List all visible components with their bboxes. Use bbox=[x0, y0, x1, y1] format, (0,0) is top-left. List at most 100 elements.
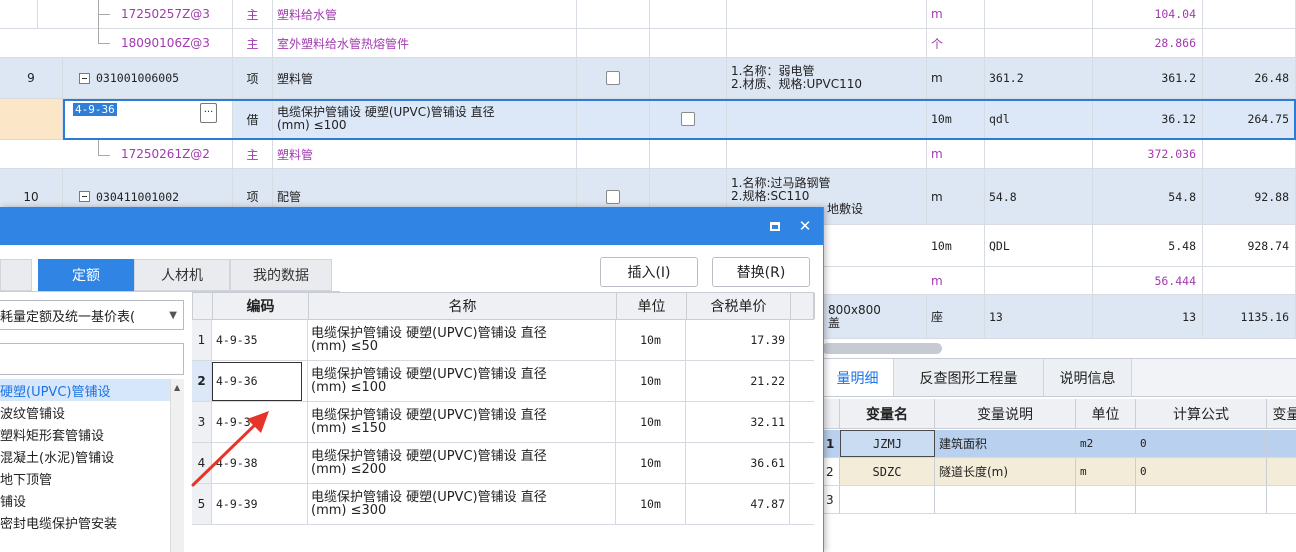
row-index: 2 bbox=[822, 458, 840, 485]
row-unit: m bbox=[927, 0, 985, 28]
quota-code[interactable]: 4-9-36 bbox=[212, 361, 308, 401]
dialog-titlebar[interactable]: ✕ bbox=[0, 207, 823, 245]
table-row[interactable]: 17250257Z@3 主 塑料给水管 m 104.04 bbox=[0, 0, 1296, 29]
col-header[interactable]: 单位 bbox=[617, 293, 687, 319]
var-name[interactable]: JZMJ bbox=[840, 430, 935, 457]
close-icon[interactable]: ✕ bbox=[794, 215, 816, 237]
row-qty: 28.866 bbox=[1093, 29, 1203, 57]
quota-unit: 10m bbox=[616, 443, 686, 483]
name-line: (mm) ≤200 bbox=[311, 462, 387, 477]
col-header[interactable]: 变量 bbox=[1267, 399, 1296, 428]
replace-button[interactable]: 替换(R) bbox=[712, 257, 810, 287]
row-feature bbox=[727, 99, 927, 139]
vertical-scrollbar[interactable]: ▲ bbox=[170, 379, 184, 552]
row-flag bbox=[577, 99, 650, 139]
row-spare bbox=[650, 0, 727, 28]
horizontal-scrollbar[interactable] bbox=[822, 343, 942, 354]
table-row[interactable]: 17250261Z@2 主 塑料管 m 372.036 bbox=[0, 140, 1296, 169]
maximize-icon[interactable] bbox=[764, 215, 786, 237]
var-desc: 隧道长度(m) bbox=[935, 458, 1076, 485]
tab-my-data[interactable]: 我的数据 bbox=[230, 259, 332, 291]
collapse-icon[interactable] bbox=[79, 191, 90, 202]
row-code: 17250257Z@3 bbox=[63, 0, 233, 28]
table-row-selected[interactable]: 借 电缆保护管铺设 硬塑(UPVC)管铺设 直径 (mm) ≤100 10m q… bbox=[0, 99, 1296, 140]
row-flag[interactable] bbox=[577, 58, 650, 98]
var-value bbox=[1267, 430, 1296, 457]
chevron-down-icon[interactable]: ▼ bbox=[169, 310, 177, 321]
var-formula[interactable] bbox=[1136, 486, 1267, 513]
row-checkbox[interactable] bbox=[606, 189, 620, 204]
row-qty: 5.48 bbox=[1093, 225, 1203, 266]
tree-connector bbox=[98, 140, 99, 155]
table-row[interactable]: 2 SDZC 隧道长度(m) m 0 bbox=[822, 458, 1296, 486]
table-row[interactable]: 5 4-9-39 电缆保护管铺设 硬塑(UPVC)管铺设 直径 (mm) ≤30… bbox=[192, 484, 814, 525]
row-spare[interactable] bbox=[650, 99, 727, 139]
tab-labor-material[interactable]: 人材机 bbox=[134, 259, 230, 291]
var-formula[interactable]: 0 bbox=[1136, 430, 1267, 457]
row-name: 塑料给水管 bbox=[273, 0, 577, 28]
row-unit: m bbox=[927, 267, 985, 294]
row-qty: 54.8 bbox=[1093, 169, 1203, 224]
col-header[interactable]: 含税单价 bbox=[687, 293, 791, 319]
col-header[interactable]: 变量说明 bbox=[935, 399, 1076, 428]
table-row[interactable]: 1 4-9-35 电缆保护管铺设 硬塑(UPVC)管铺设 直径 (mm) ≤50… bbox=[192, 320, 814, 361]
tree-item[interactable]: 地下顶管 bbox=[0, 467, 170, 489]
row-checkbox[interactable] bbox=[681, 112, 695, 126]
ellipsis-button[interactable]: ··· bbox=[200, 103, 217, 123]
quota-unit: 10m bbox=[616, 361, 686, 401]
tab-reverse-check[interactable]: 反查图形工程量 bbox=[894, 359, 1044, 396]
col-header[interactable]: 变量名 bbox=[840, 399, 935, 428]
table-row[interactable]: 3 bbox=[822, 486, 1296, 514]
row-index: 1 bbox=[192, 320, 212, 360]
table-row[interactable]: 4 4-9-38 电缆保护管铺设 硬塑(UPVC)管铺设 直径 (mm) ≤20… bbox=[192, 443, 814, 484]
table-row-selected[interactable]: 2 4-9-36 电缆保护管铺设 硬塑(UPVC)管铺设 直径 (mm) ≤10… bbox=[192, 361, 814, 402]
table-row[interactable]: 3 4-9-37 电缆保护管铺设 硬塑(UPVC)管铺设 直径 (mm) ≤15… bbox=[192, 402, 814, 443]
col-header[interactable]: 名称 bbox=[309, 293, 617, 319]
row-qty-expr: 54.8 bbox=[985, 169, 1093, 224]
row-flag bbox=[577, 29, 650, 57]
tree-item[interactable]: 混凝土(水泥)管铺设 bbox=[0, 445, 170, 467]
row-qty: 104.04 bbox=[1093, 0, 1203, 28]
var-name[interactable]: SDZC bbox=[840, 458, 935, 485]
tree-item[interactable]: 硬塑(UPVC)管铺设 bbox=[0, 379, 170, 401]
var-unit: m bbox=[1076, 458, 1136, 485]
table-row[interactable]: 18090106Z@3 主 室外塑料给水管热熔管件 个 28.866 bbox=[0, 29, 1296, 58]
quota-table-header: 编码 名称 单位 含税单价 bbox=[192, 292, 815, 320]
tree-item[interactable]: 塑料矩形套管铺设 bbox=[0, 423, 170, 445]
tab-quantity-detail[interactable]: 量明细 bbox=[822, 359, 894, 396]
collapse-icon[interactable] bbox=[79, 72, 90, 84]
search-input[interactable] bbox=[0, 343, 184, 375]
tree-item[interactable]: 密封电缆保护管安装 bbox=[0, 511, 170, 533]
quota-code[interactable]: 4-9-35 bbox=[212, 320, 308, 360]
table-row[interactable]: 1 JZMJ 建筑面积 m2 0 bbox=[822, 430, 1296, 458]
table-row[interactable]: 9 031001006005 项 塑料管 1.名称：弱电管 2.材质、规格:UP… bbox=[0, 58, 1296, 99]
feature-line: 2.材质、规格:UPVC110 bbox=[731, 77, 863, 91]
tab-quota[interactable]: 定额 bbox=[38, 259, 134, 291]
col-header[interactable]: 编码 bbox=[213, 293, 309, 319]
quota-price: 47.87 bbox=[686, 484, 790, 524]
code-editor[interactable]: 4-9-36 bbox=[73, 103, 117, 116]
row-index: 2 bbox=[192, 361, 212, 401]
var-name[interactable] bbox=[840, 486, 935, 513]
library-select[interactable]: 耗量定额及统一基价表( ▼ bbox=[0, 300, 184, 330]
detail-panel: 量明细 反查图形工程量 说明信息 变量名 变量说明 单位 计算公式 变量 1 J… bbox=[822, 358, 1296, 552]
col-header[interactable]: 单位 bbox=[1076, 399, 1136, 428]
var-value bbox=[1267, 458, 1296, 485]
scroll-up-icon[interactable]: ▲ bbox=[174, 383, 180, 392]
row-qty-expr: 361.2 bbox=[985, 58, 1093, 98]
tab-hidden[interactable] bbox=[0, 259, 32, 291]
row-price bbox=[1203, 140, 1296, 168]
row-checkbox[interactable] bbox=[606, 71, 620, 85]
tree-item[interactable]: 铺设 bbox=[0, 489, 170, 511]
row-qty-expr: QDL bbox=[985, 225, 1093, 266]
var-unit: m2 bbox=[1076, 430, 1136, 457]
var-formula[interactable]: 0 bbox=[1136, 458, 1267, 485]
name-line: (mm) ≤50 bbox=[311, 339, 379, 354]
col-header[interactable]: 计算公式 bbox=[1136, 399, 1267, 428]
row-spare bbox=[650, 140, 727, 168]
row-seq: 9 bbox=[0, 58, 63, 98]
tab-description[interactable]: 说明信息 bbox=[1044, 359, 1132, 396]
insert-button[interactable]: 插入(I) bbox=[600, 257, 698, 287]
tree-item[interactable]: 波纹管铺设 bbox=[0, 401, 170, 423]
row-code-cell[interactable]: 031001006005 bbox=[63, 58, 233, 98]
